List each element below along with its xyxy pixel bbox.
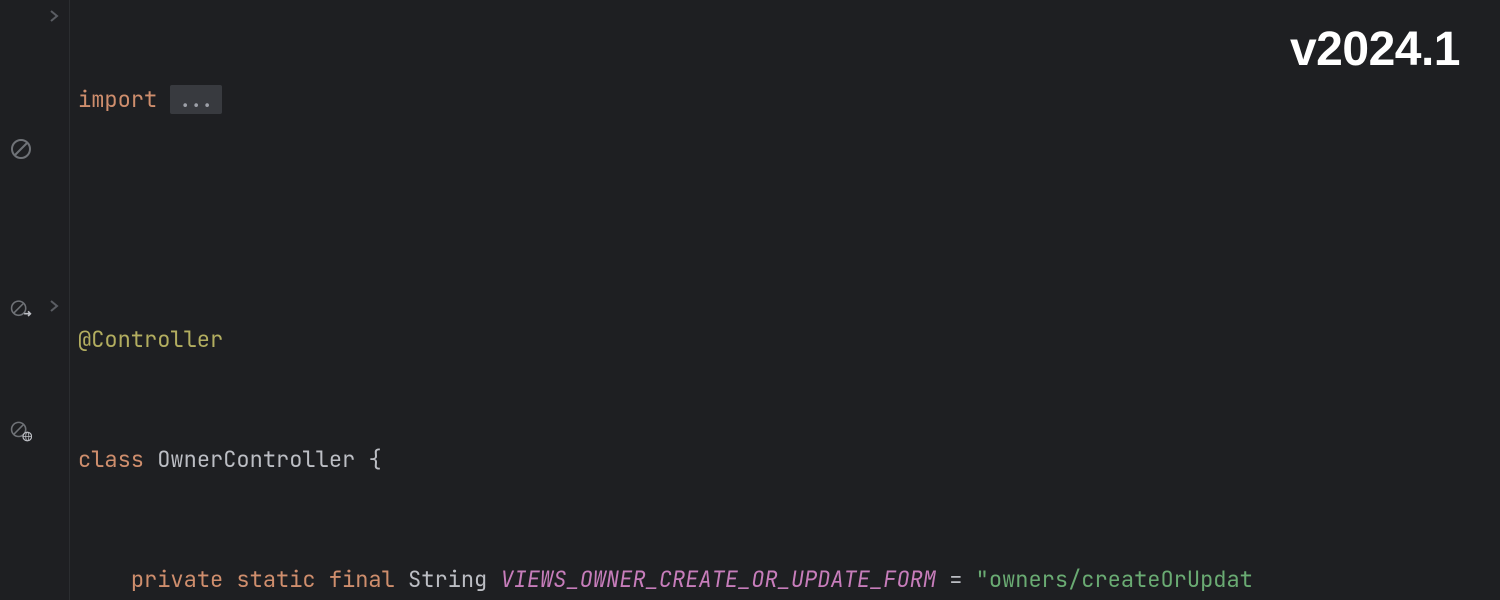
equals: = [949, 565, 962, 594]
keyword-import: import [78, 85, 157, 114]
no-entry-web-icon[interactable] [10, 420, 32, 442]
keyword-class: class [78, 445, 144, 474]
code-area[interactable]: import ... @Controller class OwnerContro… [70, 0, 1500, 600]
code-line: class OwnerController { [78, 440, 1500, 480]
gutter [0, 0, 70, 600]
no-entry-icon[interactable] [10, 138, 32, 160]
no-entry-arrow-icon[interactable] [10, 298, 32, 320]
code-line: @Controller [78, 320, 1500, 360]
constant-name: VIEWS_OWNER_CREATE_OR_UPDATE_FORM [500, 565, 936, 594]
code-line [78, 200, 1500, 240]
code-editor[interactable]: import ... @Controller class OwnerContro… [0, 0, 1500, 600]
code-line: import ... [78, 80, 1500, 120]
code-line: private static final String VIEWS_OWNER_… [78, 560, 1500, 600]
keyword-final: final [329, 565, 395, 594]
version-badge: v2024.1 [1290, 30, 1460, 70]
class-name: OwnerController [157, 445, 355, 474]
brace: { [368, 445, 381, 474]
chevron-right-icon[interactable] [48, 10, 60, 22]
keyword-private: private [131, 565, 223, 594]
string-literal: "owners/createOrUpdat [976, 565, 1253, 594]
folded-region[interactable]: ... [170, 85, 222, 114]
keyword-static: static [236, 565, 315, 594]
chevron-right-icon[interactable] [48, 300, 60, 312]
annotation-controller: @Controller [78, 325, 223, 354]
type-string: String [408, 565, 487, 594]
